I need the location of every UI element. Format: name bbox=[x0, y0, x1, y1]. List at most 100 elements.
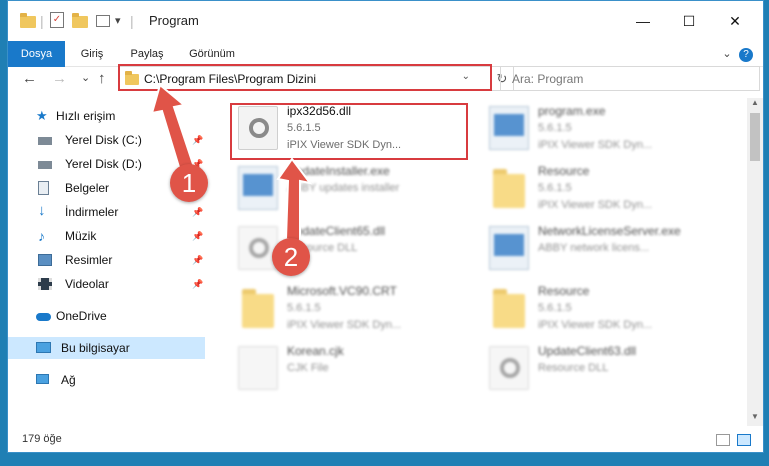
ribbon-expand-icon[interactable]: ⌄ bbox=[719, 41, 735, 67]
callout-1: 1 bbox=[170, 164, 208, 202]
maximize-button[interactable]: ☐ bbox=[666, 1, 712, 41]
scrollbar-thumb[interactable] bbox=[750, 113, 760, 161]
music-icon: ♪ bbox=[38, 228, 45, 244]
file-name: Resource bbox=[538, 284, 590, 298]
pin-icon[interactable]: 📌 bbox=[192, 201, 203, 223]
sidebar-item-local-disk-c[interactable]: Yerel Disk (C:) 📌 bbox=[8, 129, 205, 151]
pin-icon[interactable]: 📌 bbox=[192, 273, 203, 295]
sidebar-item-label: Müzik bbox=[65, 229, 97, 243]
file-explorer-window: | ✓ ▾ | Program — ☐ ✕ Dosya Giriş Paylaş… bbox=[7, 0, 764, 453]
file-item[interactable]: Korean.cjk CJK File bbox=[230, 338, 480, 398]
tab-home[interactable]: Giriş bbox=[65, 41, 119, 67]
sidebar-item-label: Videolar bbox=[65, 277, 109, 291]
file-name: NetworkLicenseServer.exe bbox=[538, 224, 681, 238]
sidebar-item-pictures[interactable]: Resimler 📌 bbox=[8, 249, 205, 271]
file-version: 5.6.1.5 bbox=[538, 302, 572, 314]
sidebar-item-label: OneDrive bbox=[56, 309, 107, 323]
gear-icon bbox=[500, 358, 520, 378]
computer-icon bbox=[36, 342, 51, 353]
exe-file-icon bbox=[489, 106, 529, 150]
sidebar-item-music[interactable]: ♪ Müzik 📌 bbox=[8, 225, 205, 247]
file-description: iPIX Viewer SDK Dyn... bbox=[538, 199, 653, 211]
sidebar-item-label: Yerel Disk (C:) bbox=[65, 133, 142, 147]
title-separator: | bbox=[130, 13, 134, 29]
file-item[interactable]: program.exe 5.6.1.5 iPIX Viewer SDK Dyn.… bbox=[481, 98, 731, 158]
minimize-button[interactable]: — bbox=[620, 1, 666, 41]
file-name: UpdateClient65.dll bbox=[287, 224, 386, 238]
sidebar-item-this-pc[interactable]: Bu bilgisayar bbox=[8, 337, 205, 359]
details-view-icon[interactable] bbox=[716, 434, 730, 446]
sidebar-item-videos[interactable]: Videolar 📌 bbox=[8, 273, 205, 295]
help-icon[interactable]: ? bbox=[738, 41, 754, 67]
large-icons-view-icon[interactable] bbox=[737, 434, 751, 446]
forward-icon[interactable]: → bbox=[52, 70, 67, 87]
folder-icon bbox=[238, 286, 278, 330]
window-icon bbox=[243, 174, 273, 196]
folder-icon bbox=[489, 286, 529, 330]
drive-icon bbox=[38, 137, 52, 145]
file-item[interactable]: Resource 5.6.1.5 iPIX Viewer SDK Dyn... bbox=[481, 278, 731, 338]
pin-icon[interactable]: 📌 bbox=[192, 129, 203, 151]
gear-icon bbox=[249, 238, 269, 258]
tab-file[interactable]: Dosya bbox=[8, 41, 65, 67]
dll-file-icon bbox=[238, 226, 278, 270]
cloud-icon bbox=[36, 313, 51, 321]
folder-body bbox=[493, 174, 525, 208]
file-name: UpdateClient63.dll bbox=[538, 344, 637, 358]
file-name: UpdateInstaller.exe bbox=[287, 164, 390, 178]
file-description: iPIX Viewer SDK Dyn... bbox=[538, 319, 653, 331]
pin-icon[interactable]: 📌 bbox=[192, 225, 203, 247]
item-count: 179 öğe bbox=[22, 433, 62, 445]
back-icon[interactable]: ← bbox=[22, 70, 37, 87]
file-description: CJK File bbox=[287, 362, 329, 374]
sidebar-item-label: Hızlı erişim bbox=[56, 109, 116, 123]
new-folder-icon[interactable] bbox=[72, 13, 88, 28]
sidebar-item-network[interactable]: Ağ bbox=[8, 369, 205, 391]
dll-file-icon bbox=[489, 346, 529, 390]
help-glyph: ? bbox=[739, 48, 753, 62]
file-version: 5.6.1.5 bbox=[538, 182, 572, 194]
close-button[interactable]: ✕ bbox=[712, 1, 758, 41]
exe-file-icon bbox=[238, 166, 278, 210]
sidebar-item-label: Yerel Disk (D:) bbox=[65, 157, 142, 171]
status-bar: 179 öğe bbox=[8, 426, 763, 452]
vertical-scrollbar[interactable]: ▲ ▼ bbox=[747, 98, 763, 426]
file-description: ABBY updates installer bbox=[287, 182, 400, 194]
network-icon bbox=[36, 374, 49, 384]
recent-locations-icon[interactable]: ⌄ bbox=[81, 71, 90, 84]
file-item[interactable]: UpdateClient63.dll Resource DLL bbox=[481, 338, 731, 398]
file-item[interactable]: UpdateClient65.dll Resource DLL bbox=[230, 218, 480, 278]
sidebar-item-label: Bu bilgisayar bbox=[61, 341, 130, 355]
window-icon bbox=[494, 114, 524, 136]
sidebar-item-onedrive[interactable]: OneDrive bbox=[8, 305, 205, 327]
search-input[interactable]: Ara: Program bbox=[500, 66, 760, 91]
scroll-up-icon[interactable]: ▲ bbox=[747, 98, 763, 112]
window-title: Program bbox=[149, 13, 199, 28]
sidebar-item-quick-access[interactable]: ★ Hızlı erişim bbox=[8, 105, 205, 127]
file-item[interactable]: Resource 5.6.1.5 iPIX Viewer SDK Dyn... bbox=[481, 158, 731, 218]
pin-icon[interactable]: 📌 bbox=[192, 249, 203, 271]
pictures-icon bbox=[38, 254, 52, 266]
sidebar-item-label: Belgeler bbox=[65, 181, 110, 195]
search-placeholder: Ara: Program bbox=[512, 72, 584, 86]
sidebar-item-label: Ağ bbox=[61, 373, 76, 387]
properties-icon[interactable]: ✓ bbox=[50, 12, 64, 28]
callout-2: 2 bbox=[272, 238, 310, 276]
sidebar-item-label: Resimler bbox=[65, 253, 113, 267]
customize-quick-access-icon[interactable] bbox=[96, 15, 110, 27]
sidebar-item-downloads[interactable]: ↓ İndirmeler 📌 bbox=[8, 201, 205, 223]
file-item[interactable]: UpdateInstaller.exe ABBY updates install… bbox=[230, 158, 480, 218]
file-description: iPIX Viewer SDK Dyn... bbox=[287, 319, 402, 331]
file-description: Resource DLL bbox=[538, 362, 609, 374]
up-icon[interactable]: ↑ bbox=[98, 70, 106, 87]
file-name: Resource bbox=[538, 164, 590, 178]
quick-access-dropdown-icon[interactable]: ▾ bbox=[115, 12, 121, 30]
drive-icon bbox=[38, 161, 52, 169]
navigation-pane: ★ Hızlı erişim Yerel Disk (C:) 📌 Yerel D… bbox=[8, 96, 208, 406]
file-item[interactable]: NetworkLicenseServer.exe ABBY network li… bbox=[481, 218, 731, 278]
file-item[interactable]: Microsoft.VC90.CRT 5.6.1.5 iPIX Viewer S… bbox=[230, 278, 480, 338]
scroll-down-icon[interactable]: ▼ bbox=[747, 412, 763, 426]
file-description: iPIX Viewer SDK Dyn... bbox=[538, 139, 653, 151]
window-icon bbox=[494, 234, 524, 256]
file-version: 5.6.1.5 bbox=[287, 302, 321, 314]
